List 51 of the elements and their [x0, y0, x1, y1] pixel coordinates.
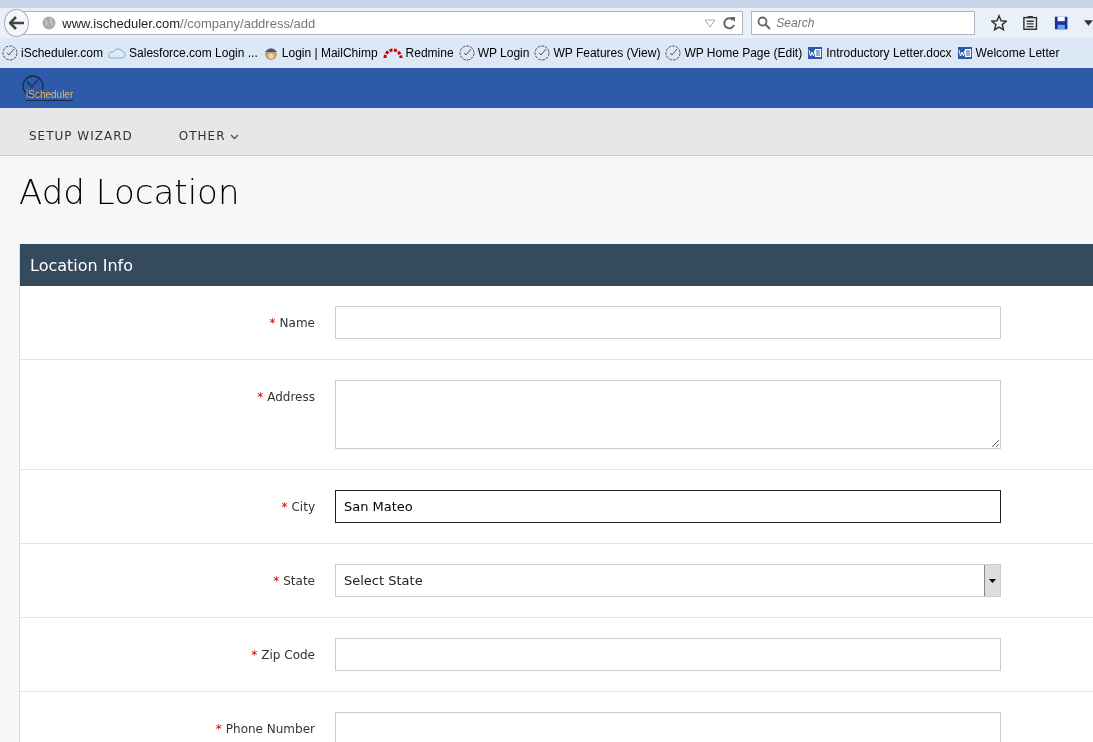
bookmark-link[interactable]: WP Features (View): [534, 45, 661, 61]
cloud-icon: [108, 47, 127, 59]
required-asterisk: *: [281, 500, 288, 514]
field-label: City: [291, 500, 315, 514]
nav-link[interactable]: OTHER: [178, 129, 239, 143]
required-asterisk: *: [251, 648, 258, 662]
clipboard-icon[interactable]: [1023, 15, 1038, 31]
reload-icon[interactable]: [722, 16, 737, 30]
search-field[interactable]: Search: [751, 11, 976, 35]
required-asterisk: *: [273, 574, 280, 588]
page-title: Add Location: [19, 172, 241, 212]
bookmark-link[interactable]: Welcome Letter: [956, 45, 1060, 61]
field-label: Zip Code: [261, 648, 315, 662]
monkey-icon: [262, 45, 279, 61]
clock-icon: [2, 45, 18, 61]
clock-icon: [534, 45, 551, 61]
clock-icon: [665, 45, 682, 61]
back-arrow-icon: [8, 16, 25, 30]
caret-icon[interactable]: [1084, 20, 1093, 26]
field-label: State: [283, 574, 315, 588]
nav-link[interactable]: SETUP WIZARD: [29, 129, 133, 143]
logo[interactable]: iScheduler: [22, 75, 74, 101]
field-label: Phone Number: [225, 722, 315, 736]
text-field[interactable]: San Mateo: [335, 490, 1001, 523]
bookmark-link[interactable]: Introductory Letter.docx: [807, 45, 952, 61]
text-field[interactable]: [335, 712, 1001, 742]
field-label: Name: [279, 316, 315, 330]
text-field[interactable]: [335, 638, 1001, 671]
panel-title: Location Info: [30, 255, 134, 275]
bookmark-link[interactable]: Salesforce.com Login ...: [108, 46, 258, 60]
back-button[interactable]: [4, 9, 30, 37]
document-icon: [956, 45, 973, 61]
clock-icon: [458, 45, 475, 61]
field-label: Address: [267, 390, 315, 404]
state-dropdown[interactable]: Select State: [335, 564, 1001, 597]
url-text: www.ischeduler.com//company/address/add: [62, 15, 317, 31]
globe-icon: [42, 16, 57, 30]
bookmark-link[interactable]: Redmine: [382, 46, 454, 60]
arc-icon: [382, 47, 403, 59]
address-field[interactable]: [335, 380, 1001, 449]
document-icon: [807, 45, 824, 61]
bookmark-link[interactable]: WP Login: [458, 45, 530, 61]
star-icon[interactable]: [991, 14, 1008, 32]
bookmark-link[interactable]: iScheduler.com: [2, 45, 104, 61]
address-bar[interactable]: www.ischeduler.com//company/address/add: [23, 11, 744, 35]
bookmark-link[interactable]: WP Home Page (Edit): [665, 45, 803, 61]
bookmark-link[interactable]: Login | MailChimp: [262, 45, 378, 61]
required-asterisk: *: [257, 390, 264, 404]
text-field[interactable]: [335, 306, 1001, 339]
required-asterisk: *: [269, 316, 276, 330]
required-asterisk: *: [215, 722, 222, 736]
